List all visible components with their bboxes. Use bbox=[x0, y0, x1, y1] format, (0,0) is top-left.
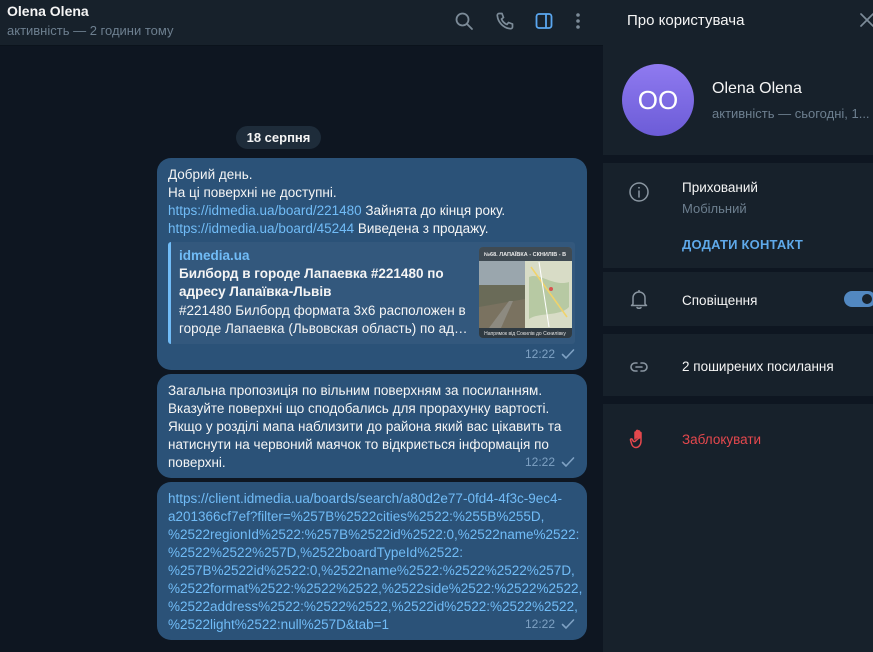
thumb-caption-bottom: Напрямок від Сокилів до Скнилівку bbox=[484, 331, 566, 337]
preview-desc-line: #221480 Билборд формата 3х6 расположен в bbox=[179, 303, 466, 318]
message-time: 12:22 bbox=[524, 617, 555, 631]
url-line: %2522light%2522:null%257D&tab=1 bbox=[168, 617, 390, 632]
chat-title[interactable]: Olena Olena bbox=[7, 3, 89, 19]
check-icon bbox=[561, 619, 575, 629]
message-text: На ці поверхні не доступні. bbox=[168, 185, 337, 200]
url-line: https://client.idmedia.ua/boards/search/… bbox=[168, 491, 562, 506]
message-link[interactable]: https://idmedia.ua/board/45244 bbox=[168, 221, 354, 236]
message-link[interactable]: https://idmedia.ua/board/221480 bbox=[168, 203, 362, 218]
add-contact-button[interactable]: ДОДАТИ КОНТАКТ bbox=[682, 237, 803, 252]
preview-thumbnail[interactable]: №68. ЛАПАЇВКА - СКНИЛІВ - В Напрямок від… bbox=[479, 247, 572, 338]
notifications-label: Сповіщення bbox=[682, 293, 758, 308]
hand-stop-icon bbox=[628, 428, 650, 450]
message-text-line: https://idmedia.ua/board/221480 Зайнята … bbox=[168, 202, 576, 220]
url-line: %257B%2522id%2522:0,%2522name%2522:%2522… bbox=[168, 563, 575, 578]
more-vertical-icon[interactable] bbox=[566, 9, 590, 33]
bell-icon bbox=[628, 288, 650, 310]
url-line: a201366cf7ef?filter=%257B%2522cities%252… bbox=[168, 509, 545, 524]
user-info-panel: Про користувача OO Olena Olena активніст… bbox=[603, 0, 873, 652]
url-line: %2522regionId%2522:%257B%2522id%2522:0,%… bbox=[168, 527, 580, 542]
phone-label: Прихований bbox=[682, 180, 758, 195]
date-separator: 18 серпня bbox=[236, 126, 321, 149]
shared-links-label: 2 поширених посилання bbox=[682, 359, 834, 374]
block-button[interactable]: Заблокувати bbox=[682, 432, 761, 447]
message-meta: 12:22 bbox=[525, 345, 575, 363]
message-text: Добрий день. bbox=[168, 167, 253, 182]
message-text: Загальна пропозиція по вільним поверхням… bbox=[168, 383, 543, 398]
profile-status: активність — сьогодні, 1... bbox=[712, 106, 870, 121]
message-time: 12:22 bbox=[524, 455, 555, 469]
message-text: Зайнята до кінця року. bbox=[361, 203, 506, 218]
message-bubble[interactable]: https://client.idmedia.ua/boards/search/… bbox=[157, 482, 587, 640]
toggle-knob bbox=[860, 292, 873, 306]
sidebar-toggle-icon[interactable] bbox=[532, 9, 556, 33]
phone-icon[interactable] bbox=[493, 9, 517, 33]
url-line: %2522address%2522:%2522%2522,%2522id%252… bbox=[168, 599, 578, 614]
search-icon[interactable] bbox=[452, 9, 476, 33]
message-time: 12:22 bbox=[524, 347, 555, 361]
section-divider bbox=[603, 155, 873, 163]
chat-panel: Olena Olena активність — 2 години тому 1… bbox=[0, 0, 603, 652]
chat-header: Olena Olena активність — 2 години тому bbox=[0, 0, 603, 46]
info-icon bbox=[628, 181, 650, 203]
section-divider bbox=[603, 326, 873, 334]
message-text: Якщо у розділі мапа наблизити до района … bbox=[168, 419, 562, 434]
message-text: поверхні. bbox=[168, 455, 226, 470]
preview-title: Билборд в городе Лапаевка #221480 по адр… bbox=[179, 266, 444, 299]
link-preview[interactable]: idmedia.ua Билборд в городе Лапаевка #22… bbox=[168, 242, 575, 344]
preview-description: #221480 Билборд формата 3х6 расположен в… bbox=[179, 302, 471, 338]
profile-name: Olena Olena bbox=[712, 80, 802, 97]
panel-title: Про користувача bbox=[627, 12, 745, 29]
section-divider bbox=[603, 268, 873, 272]
message-bubble[interactable]: Добрий день. На ці поверхні не доступні.… bbox=[157, 158, 587, 370]
message-text: Вказуйте поверхні що сподобались для про… bbox=[168, 401, 550, 416]
chat-status: активність — 2 години тому bbox=[7, 23, 174, 38]
message-link[interactable]: https://client.idmedia.ua/boards/search/… bbox=[168, 490, 583, 634]
preview-desc-line: городе Лапаевка (Львовская область) по а… bbox=[179, 321, 471, 336]
link-icon bbox=[628, 356, 650, 378]
message-meta: 12:22 bbox=[525, 453, 575, 471]
message-meta: 12:22 bbox=[525, 615, 575, 633]
billboard-photo: №68. ЛАПАЇВКА - СКНИЛІВ - В Напрямок від… bbox=[479, 247, 572, 338]
check-icon bbox=[561, 457, 575, 467]
notifications-toggle[interactable] bbox=[844, 291, 873, 307]
message-text-line: https://idmedia.ua/board/45244 Виведена … bbox=[168, 220, 576, 238]
message-bubble[interactable]: Загальна пропозиція по вільним поверхням… bbox=[157, 374, 587, 478]
message-text: натиснути на червоний маячок то відкриєт… bbox=[168, 437, 549, 452]
check-icon bbox=[561, 349, 575, 359]
url-line: %2522%2522%257D,%2522boardTypeId%2522: bbox=[168, 545, 463, 560]
section-divider bbox=[603, 396, 873, 404]
url-line: %2522format%2522:%2522%2522,%2522side%25… bbox=[168, 581, 583, 596]
close-icon[interactable] bbox=[859, 12, 873, 28]
preview-site: idmedia.ua bbox=[179, 248, 250, 263]
phone-sub: Мобільний bbox=[682, 201, 747, 216]
avatar[interactable]: OO bbox=[622, 64, 694, 136]
message-text: Виведена з продажу. bbox=[354, 221, 489, 236]
thumb-caption-top: №68. ЛАПАЇВКА - СКНИЛІВ - В bbox=[484, 251, 566, 258]
